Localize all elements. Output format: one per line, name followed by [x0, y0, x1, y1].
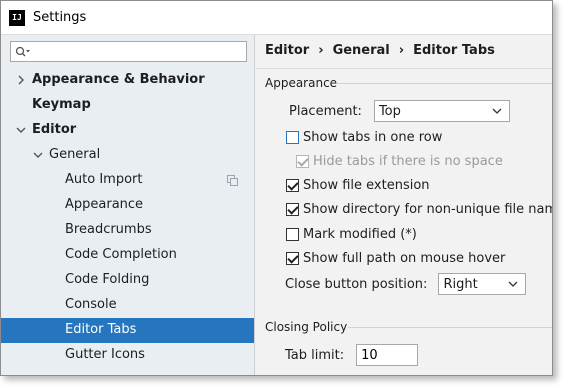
- intellij-logo-icon: IJ: [9, 9, 25, 26]
- closing-policy-group-title: Closing Policy: [265, 320, 348, 334]
- tree-item-label: Code Folding: [65, 272, 150, 287]
- tree-item-label: Appearance & Behavior: [32, 72, 205, 87]
- tree-item-label: General: [49, 147, 101, 162]
- tree-item-label: Keymap: [32, 97, 91, 112]
- tree-item-label: Appearance: [65, 197, 144, 212]
- breadcrumb-item-general[interactable]: General: [333, 43, 390, 58]
- chevron-down-icon[interactable]: [33, 150, 43, 160]
- checkbox-label: Show file extension: [303, 177, 430, 193]
- tree-item-gutter-icons[interactable]: Gutter Icons: [1, 343, 254, 368]
- breadcrumb-divider: [256, 68, 552, 69]
- checkbox-label: Mark modified (*): [303, 226, 417, 242]
- chevron-right-icon[interactable]: [16, 75, 26, 85]
- tree-item-label: Editor: [32, 122, 77, 137]
- checkbox[interactable]: [286, 178, 299, 192]
- settings-content: Editor › General › Editor Tabs Appearance Pl…: [256, 35, 552, 375]
- breadcrumb-separator: ›: [318, 43, 324, 58]
- checkbox-label: Show full path on mouse hover: [303, 250, 506, 266]
- option-hide-tabs-no-space[interactable]: Hide tabs if there is no space: [296, 150, 503, 172]
- close-button-position-dropdown[interactable]: Right: [438, 273, 527, 295]
- tree-item-label: Console: [65, 297, 117, 312]
- checkbox-label: Show tabs in one row: [303, 129, 443, 145]
- tree-item-code-folding[interactable]: Code Folding: [1, 268, 254, 293]
- tree-item-auto-import[interactable]: Auto Import: [1, 168, 254, 193]
- group-divider: [348, 327, 552, 328]
- group-divider: [337, 83, 552, 84]
- placement-row: Placement: Top: [289, 100, 510, 122]
- option-show-full-path[interactable]: Show full path on mouse hover: [286, 247, 505, 269]
- tree-item-label: Gutter Icons: [65, 347, 145, 362]
- close-button-position-value: Right: [443, 276, 478, 292]
- tree-item-code-completion[interactable]: Code Completion: [1, 243, 254, 268]
- checkbox[interactable]: [286, 202, 299, 216]
- tab-limit-input[interactable]: [356, 344, 419, 366]
- settings-window: IJ Settings Appearance & Behavior Keymap: [0, 0, 553, 376]
- breadcrumb-separator: ›: [398, 43, 405, 58]
- option-show-tabs-one-row[interactable]: Show tabs in one row: [286, 126, 442, 148]
- tab-limit-label: Tab limit:: [285, 347, 345, 363]
- option-show-directory[interactable]: Show directory for non-unique file names: [286, 198, 553, 220]
- tab-limit-row: Tab limit:: [285, 344, 419, 366]
- placement-dropdown[interactable]: Top: [373, 100, 510, 122]
- checkbox[interactable]: [286, 130, 299, 144]
- breadcrumb-item-editor-tabs: Editor Tabs: [413, 43, 495, 58]
- chevron-down-icon: [508, 281, 518, 287]
- tree-item-editor-tabs[interactable]: Editor Tabs: [1, 318, 254, 343]
- close-button-position-label: Close button position:: [285, 276, 428, 292]
- placement-value: Top: [378, 103, 401, 119]
- tree-item-breadcrumbs[interactable]: Breadcrumbs: [1, 218, 254, 243]
- tree-item-general[interactable]: General: [1, 143, 254, 168]
- placement-label: Placement:: [289, 103, 362, 119]
- tree-item-appearance-behavior[interactable]: Appearance & Behavior: [1, 68, 254, 93]
- search-input[interactable]: [31, 42, 246, 61]
- tree-item-appearance[interactable]: Appearance: [1, 193, 254, 218]
- tree-item-console[interactable]: Console: [1, 293, 254, 318]
- checkbox-label: Hide tabs if there is no space: [313, 153, 503, 169]
- checkbox-label: Show directory for non-unique file names: [303, 201, 553, 217]
- search-icon: [15, 46, 30, 56]
- tree-item-editor[interactable]: Editor: [1, 118, 254, 143]
- checkbox[interactable]: [286, 227, 299, 241]
- settings-search-box[interactable]: [10, 41, 247, 62]
- breadcrumb-item-editor[interactable]: Editor: [265, 43, 309, 58]
- tree-item-label: Breadcrumbs: [65, 222, 152, 237]
- settings-sidebar: Appearance & Behavior Keymap Editor Gene…: [1, 35, 255, 375]
- option-mark-modified[interactable]: Mark modified (*): [286, 223, 417, 245]
- tree-item-keymap[interactable]: Keymap: [1, 93, 254, 118]
- breadcrumb: Editor › General › Editor Tabs: [265, 43, 495, 58]
- checkbox[interactable]: [286, 251, 299, 265]
- chevron-down-icon[interactable]: [16, 125, 26, 135]
- checkbox[interactable]: [296, 154, 309, 168]
- chevron-down-icon: [492, 108, 502, 114]
- tree-item-label: Editor Tabs: [65, 322, 137, 337]
- close-button-position-row: Close button position: Right: [285, 273, 527, 295]
- appearance-group-title: Appearance: [265, 76, 338, 90]
- window-title: Settings: [33, 10, 87, 25]
- tree-item-label: Auto Import: [65, 172, 143, 187]
- title-bar[interactable]: IJ Settings: [1, 1, 552, 34]
- copy-icon: [227, 175, 238, 186]
- option-show-file-extension[interactable]: Show file extension: [286, 174, 430, 196]
- tree-item-label: Code Completion: [65, 247, 177, 262]
